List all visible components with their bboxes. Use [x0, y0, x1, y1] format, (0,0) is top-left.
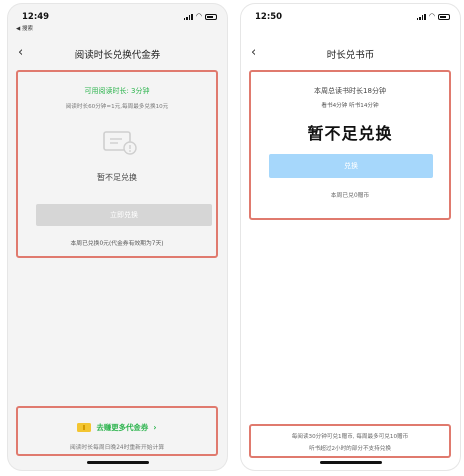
status-icons: ◠ [183, 12, 217, 20]
signal-icon [416, 13, 426, 20]
chevron-right-icon: › [153, 423, 157, 432]
page-title: 时长兑书币 [326, 50, 375, 61]
back-to-app-link[interactable]: ◀ 搜索 [16, 24, 33, 32]
exchange-rule: 阅读时长60分钟=1元,每周最多兑换10元 [65, 104, 169, 110]
status-bar: 12:49 ◀ 搜索 ◠ [8, 4, 227, 32]
status-time: 12:50 [255, 12, 283, 22]
footer-box: 去赚更多代金券 › 阅读时长每周日晚24时重新开始计算 [16, 406, 218, 456]
earn-more-link[interactable]: 去赚更多代金券 › [18, 422, 216, 433]
time-breakdown: 看书4分钟 听书14分钟 [321, 103, 379, 109]
status-bar: 12:50 ◠ [241, 4, 460, 30]
nav-bar: ‹ 时长兑书币 [241, 44, 460, 64]
available-time: 可用阅读时长: 3分钟 [84, 87, 150, 95]
wifi-icon: ◠ [428, 12, 435, 20]
home-indicator[interactable] [86, 461, 149, 464]
weekly-total-time: 本周总读书时长18分钟 [314, 87, 386, 95]
earn-more-label: 去赚更多代金券 [96, 423, 149, 432]
page-title: 阅读时长兑换代金券 [74, 50, 161, 61]
status-text: 暂不足兑换 [307, 124, 393, 143]
weekly-redeemed-text: 本周已兑换0元(代金券有效期为7天) [70, 241, 164, 247]
status-icons: ◠ [416, 12, 450, 20]
signal-icon [183, 13, 193, 20]
footer-box: 每阅读30分钟可兑1赠币, 每周最多可兑10赠币 听书超过2小时的部分不支持兑换 [249, 424, 451, 458]
battery-icon [438, 13, 450, 20]
weekly-redeemed-text: 本周已兑0赠币 [330, 193, 370, 199]
redeem-card: 可用阅读时长: 3分钟 阅读时长60分钟=1元,每周最多兑换10元 暂不足兑换 … [16, 70, 218, 258]
redeem-card: 本周总读书时长18分钟 看书4分钟 听书14分钟 暂不足兑换 兑换 本周已兑0赠… [249, 70, 451, 220]
ticket-icon [102, 128, 138, 156]
status-time: 12:49 [22, 12, 50, 22]
audio-limit-line: 听书超过2小时的部分不支持兑换 [309, 446, 391, 452]
nav-bar: ‹ 阅读时长兑换代金券 [8, 44, 227, 64]
rate-rule-line: 每阅读30分钟可兑1赠币, 每周最多可兑10赠币 [291, 434, 409, 440]
redeem-now-button[interactable]: 立即兑换 [36, 204, 212, 226]
left-phone-screen: 12:49 ◀ 搜索 ◠ ‹ 阅读时长兑换代金券 可用阅读时长: 3分钟 阅读时… [8, 4, 227, 470]
battery-icon [205, 13, 217, 20]
reset-note: 阅读时长每周日晚24时重新开始计算 [69, 445, 165, 451]
coupon-icon [77, 423, 92, 432]
home-indicator[interactable] [319, 461, 382, 464]
wifi-icon: ◠ [195, 12, 202, 20]
right-phone-screen: 12:50 ◠ ‹ 时长兑书币 本周总读书时长18分钟 看书4分钟 听书14分钟… [241, 4, 460, 470]
redeem-button[interactable]: 兑换 [269, 154, 433, 178]
status-text: 暂不足兑换 [97, 173, 137, 182]
